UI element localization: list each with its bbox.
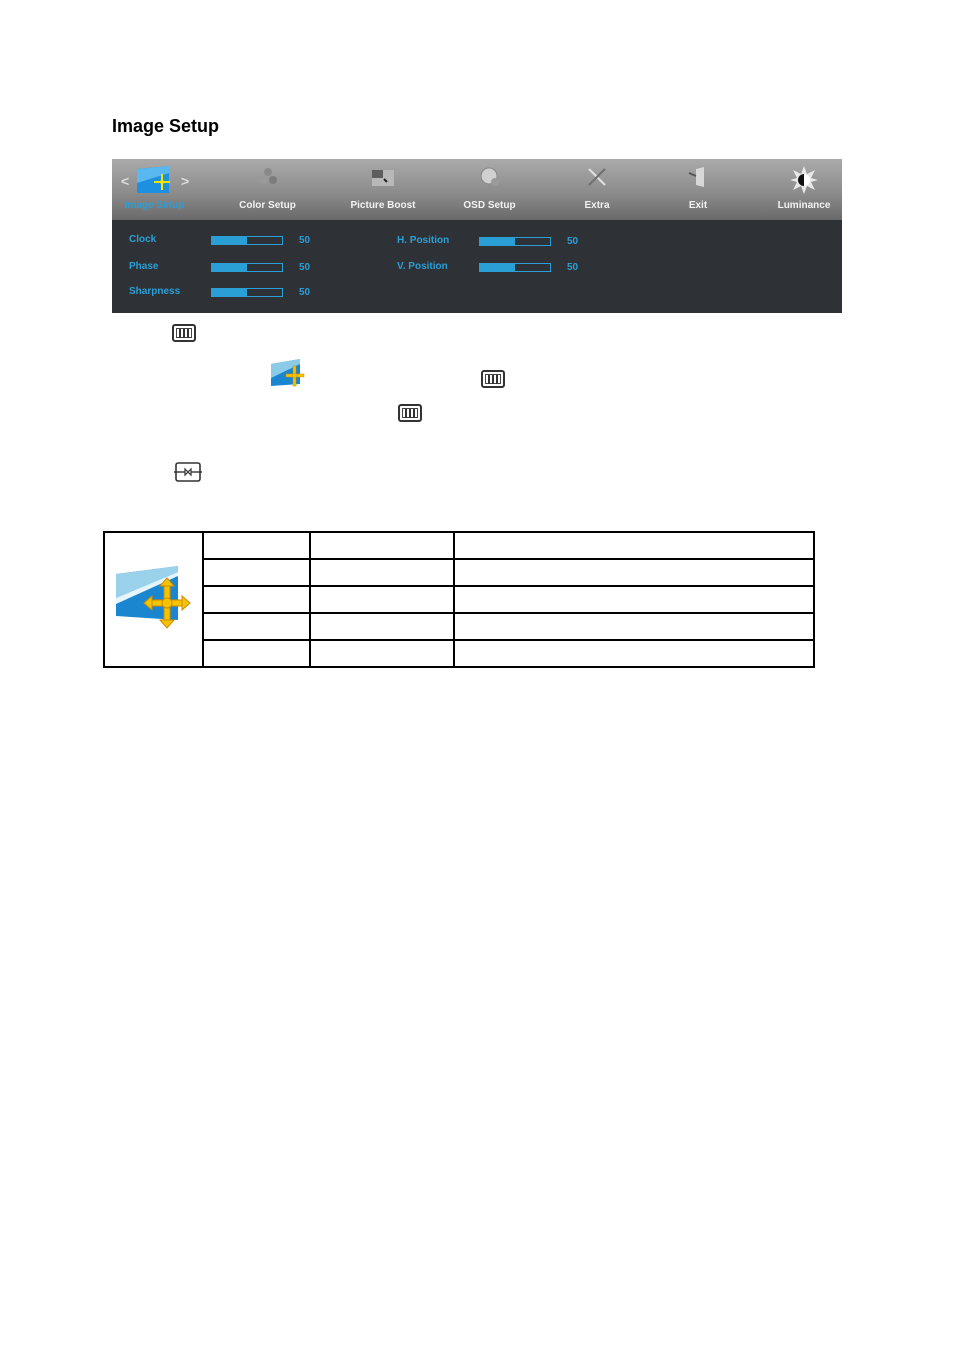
menu-key-icon (398, 404, 422, 422)
tab-image-setup[interactable]: Image Setup (122, 159, 187, 220)
table-cell (453, 585, 815, 614)
table-cell (309, 558, 455, 587)
setting-label: Phase (129, 261, 159, 272)
tab-label: Exit (688, 200, 708, 211)
table-cell (453, 639, 815, 668)
image-setup-icon (270, 358, 308, 395)
table-cell (453, 558, 815, 587)
section-title: Image Setup (112, 116, 220, 136)
table-cell (202, 585, 311, 614)
setting-label: Clock (129, 234, 157, 245)
tab-label: Color Setup (239, 200, 296, 211)
tab-luminance[interactable]: Luminance (772, 159, 836, 220)
source-key-icon (173, 462, 203, 487)
setting-slider[interactable] (211, 236, 283, 245)
setting-value: 50 (299, 262, 311, 273)
tab-label: Luminance (777, 200, 831, 211)
osd-tab-bar: < > Image Setup Color Setup Picture Boos… (112, 159, 842, 220)
setting-value: 50 (299, 287, 311, 298)
table-row (104, 558, 815, 587)
slider-fill (212, 264, 247, 271)
table-cell (202, 531, 311, 560)
tab-label: Image Setup (124, 200, 185, 211)
setting-slider[interactable] (211, 288, 283, 297)
setting-label: Sharpness (129, 286, 181, 297)
luminance-icon (789, 165, 819, 200)
osd-setup-icon (478, 165, 502, 194)
setting-value: 50 (567, 236, 579, 247)
tab-color-setup[interactable]: Color Setup (230, 159, 305, 220)
table-cell (309, 531, 455, 560)
table-icon-cell (103, 531, 204, 668)
tab-label: Extra (584, 200, 610, 211)
setting-label: V. Position (397, 261, 448, 272)
picture-boost-icon (371, 165, 395, 194)
table-cell (202, 612, 311, 641)
extra-icon (585, 165, 609, 194)
table-row (104, 585, 815, 614)
image-setup-icon (115, 566, 191, 629)
table-cell (309, 585, 455, 614)
image-setup-icon (133, 165, 177, 200)
tab-picture-boost[interactable]: Picture Boost (342, 159, 424, 220)
tab-extra[interactable]: Extra (567, 159, 627, 220)
tab-label: OSD Setup (463, 200, 516, 211)
setting-slider[interactable] (211, 263, 283, 272)
table-cell (202, 639, 311, 668)
table-cell (309, 612, 455, 641)
tab-label: Picture Boost (350, 200, 416, 211)
menu-key-icon (172, 324, 196, 342)
osd-menu: < > Image Setup Color Setup Picture Boos… (112, 159, 842, 313)
tab-exit[interactable]: Exit (672, 159, 724, 220)
slider-fill (212, 237, 247, 244)
settings-table (103, 531, 815, 668)
color-setup-icon (256, 165, 280, 194)
setting-value: 50 (567, 262, 579, 273)
tab-osd-setup[interactable]: OSD Setup (457, 159, 522, 220)
setting-value: 50 (299, 235, 311, 246)
table-cell (309, 639, 455, 668)
slider-fill (212, 289, 247, 296)
menu-key-icon (481, 370, 505, 388)
table-cell (202, 558, 311, 587)
table-row (104, 639, 815, 668)
table-row (104, 612, 815, 641)
setting-slider[interactable] (479, 237, 551, 246)
slider-fill (480, 264, 515, 271)
table-cell (453, 612, 815, 641)
exit-icon (686, 165, 710, 194)
setting-label: H. Position (397, 235, 450, 246)
table-cell (453, 531, 815, 560)
table-row (103, 531, 815, 668)
setting-slider[interactable] (479, 263, 551, 272)
slider-fill (480, 238, 515, 245)
